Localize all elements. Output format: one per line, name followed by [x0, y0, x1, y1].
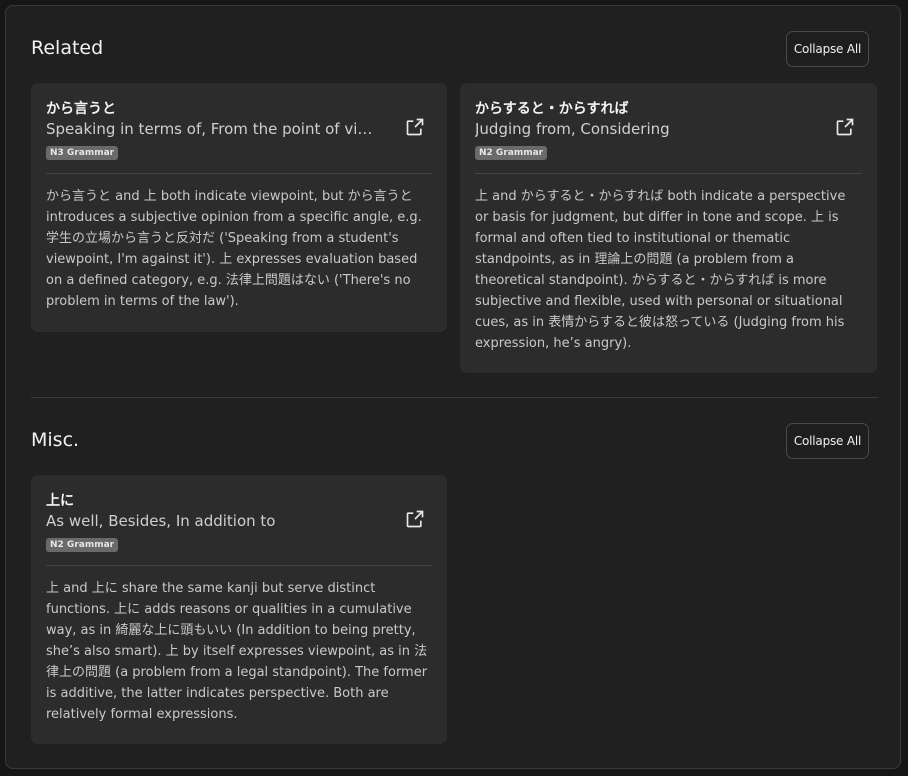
external-link-icon[interactable]	[405, 509, 425, 529]
jlpt-badge: N2 Grammar	[475, 146, 548, 160]
external-link-icon[interactable]	[835, 117, 855, 137]
grammar-card[interactable]: から言うと Speaking in terms of, From the poi…	[31, 83, 447, 332]
card-meaning: Speaking in terms of, From the point of …	[46, 120, 381, 138]
card-divider	[475, 173, 862, 174]
collapse-all-button-related[interactable]: Collapse All	[786, 31, 869, 67]
card-divider	[46, 173, 432, 174]
card-term: 上に	[46, 493, 74, 509]
card-description: 上 and 上に share the same kanji but serve …	[46, 581, 428, 722]
card-meaning: As well, Besides, In addition to	[46, 512, 276, 530]
grammar-relations-panel: Related Collapse All から言うと Speaking in t…	[5, 5, 901, 769]
section-title-misc: Misc.	[31, 429, 80, 451]
jlpt-badge: N3 Grammar	[46, 146, 119, 160]
card-meaning: Judging from, Considering	[475, 120, 670, 138]
grammar-card[interactable]: からすると・からすれば Judging from, Considering N2…	[460, 83, 877, 373]
section-title-related: Related	[31, 37, 104, 59]
jlpt-badge: N2 Grammar	[46, 538, 119, 552]
card-divider	[46, 565, 432, 566]
card-term: からすると・からすれば	[475, 101, 629, 117]
card-description: 上 and からすると・からすれば both indicate a perspe…	[475, 189, 846, 351]
collapse-all-button-misc[interactable]: Collapse All	[786, 423, 869, 459]
external-link-icon[interactable]	[405, 117, 425, 137]
grammar-card[interactable]: 上に As well, Besides, In addition to N2 G…	[31, 475, 447, 744]
card-description: から言うと and 上 both indicate viewpoint, but…	[46, 189, 422, 309]
card-term: から言うと	[46, 101, 116, 117]
section-divider	[31, 397, 878, 398]
